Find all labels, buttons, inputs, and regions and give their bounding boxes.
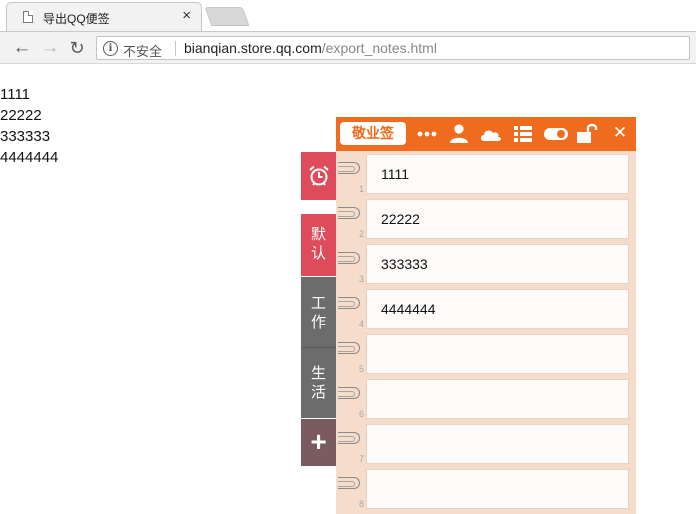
note-number: 5 (358, 364, 364, 374)
url-path: /export_notes.html (321, 40, 437, 56)
text-line: 22222 (0, 107, 42, 124)
note-card[interactable]: 22222 (366, 199, 629, 239)
notes-list: 1 1111 2 22222 3 333333 4 4444444 5 6 7 … (336, 151, 636, 514)
paperclip-inner (338, 481, 355, 487)
category-tab-default[interactable]: 默认 (301, 214, 336, 276)
plus-icon: + (310, 426, 327, 457)
note-row: 3 333333 (336, 241, 636, 286)
notes-widget-header: 敬业签 ✕ (336, 117, 636, 151)
paperclip-inner (338, 301, 355, 307)
text-line: 4444444 (0, 149, 59, 166)
user-icon[interactable] (447, 123, 471, 145)
paperclip-inner (338, 346, 355, 352)
note-number: 8 (358, 499, 364, 509)
category-tab-work[interactable]: 工作 (301, 277, 336, 348)
note-card[interactable] (366, 424, 629, 464)
forward-arrow-icon[interactable]: → (40, 38, 60, 58)
category-label: 默认 (310, 226, 326, 262)
note-gutter: 1 (336, 154, 366, 194)
note-gutter: 8 (336, 469, 366, 509)
paperclip-inner (338, 211, 355, 217)
reload-icon[interactable]: ↻ (67, 38, 87, 58)
tab-close-icon[interactable]: × (182, 8, 191, 24)
note-row: 6 (336, 376, 636, 421)
note-gutter: 2 (336, 199, 366, 239)
security-status[interactable]: 不安全 (123, 41, 162, 60)
note-number: 1 (358, 184, 364, 194)
paperclip-inner (338, 256, 355, 262)
note-number: 7 (358, 454, 364, 464)
note-card[interactable]: 4444444 (366, 289, 629, 329)
reminder-tab[interactable] (301, 152, 336, 200)
note-number: 4 (358, 319, 364, 329)
note-card[interactable] (366, 334, 629, 374)
browser-tab[interactable]: 导出QQ便签 × (6, 2, 202, 32)
note-text: 333333 (381, 256, 428, 272)
alarm-clock-icon (309, 165, 329, 186)
note-row: 5 (336, 331, 636, 376)
exported-notes-text: 1111 22222 333333 4444444 (0, 84, 58, 168)
list-icon[interactable] (511, 123, 535, 145)
paperclip-inner (338, 436, 355, 442)
note-row: 2 22222 (336, 196, 636, 241)
note-card[interactable]: 1111 (366, 154, 629, 194)
note-number: 2 (358, 229, 364, 239)
omnibox-divider (175, 41, 176, 56)
note-card[interactable] (366, 379, 629, 419)
note-gutter: 7 (336, 424, 366, 464)
category-tab-life[interactable]: 生活 (301, 348, 336, 418)
note-card[interactable] (366, 469, 629, 509)
more-icon[interactable] (415, 123, 439, 145)
note-row: 1 1111 (336, 151, 636, 196)
browser-tab-strip: 导出QQ便签 × (0, 0, 696, 32)
tab-title: 导出QQ便签 (43, 12, 110, 26)
note-gutter: 3 (336, 244, 366, 284)
note-text: 4444444 (381, 301, 436, 317)
note-card[interactable]: 333333 (366, 244, 629, 284)
url-text[interactable]: bianqian.store.qq.com/export_notes.html (184, 40, 437, 56)
note-number: 3 (358, 274, 364, 284)
note-text: 22222 (381, 211, 420, 227)
note-number: 6 (358, 409, 364, 419)
info-icon[interactable]: i (103, 41, 118, 56)
add-category-button[interactable]: + (301, 419, 336, 466)
close-icon[interactable]: ✕ (608, 123, 632, 145)
category-label: 工作 (310, 295, 326, 331)
back-arrow-icon[interactable]: ← (12, 38, 32, 58)
note-gutter: 6 (336, 379, 366, 419)
unlock-icon[interactable] (575, 123, 599, 145)
page-favicon-icon (23, 11, 33, 23)
note-row: 4 4444444 (336, 286, 636, 331)
browser-toolbar: ← → ↻ i 不安全 bianqian.store.qq.com/export… (0, 31, 696, 64)
paperclip-inner (338, 391, 355, 397)
note-gutter: 5 (336, 334, 366, 374)
note-gutter: 4 (336, 289, 366, 329)
paperclip-inner (338, 166, 355, 172)
note-text: 1111 (381, 166, 410, 182)
note-row: 8 (336, 466, 636, 511)
url-host: bianqian.store.qq.com (184, 40, 322, 56)
address-bar[interactable]: i 不安全 bianqian.store.qq.com/export_notes… (96, 36, 690, 60)
text-line: 1111 (0, 86, 31, 103)
brand-button[interactable]: 敬业签 (340, 122, 406, 145)
toggle-icon[interactable] (543, 123, 568, 145)
text-line: 333333 (0, 128, 51, 145)
note-row: 7 (336, 421, 636, 466)
new-tab-button[interactable] (204, 7, 250, 26)
category-label: 生活 (310, 365, 326, 401)
cloud-icon[interactable] (479, 123, 503, 145)
